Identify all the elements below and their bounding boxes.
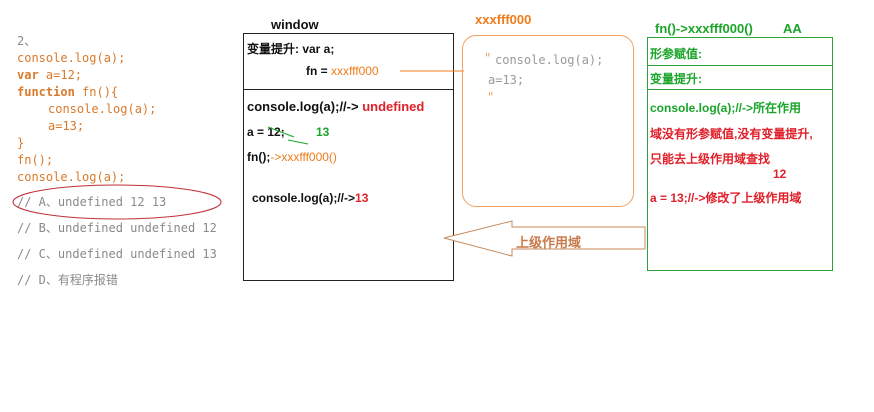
exec-line-3-value: ->xxxfff000() — [270, 150, 337, 164]
window-fn-row: fn = xxxfff000 — [306, 64, 379, 78]
exec-line-1-value: undefined — [362, 99, 425, 114]
exec-line-2-prefix: a = — [247, 125, 268, 139]
scope-explain-2: 域没有形参赋值,没有变量提升, — [650, 127, 813, 141]
exec-line-4-value: 13 — [355, 191, 369, 205]
exec-line-4-prefix: console.log(a);//-> — [252, 191, 356, 205]
exec-line-2-new: 13 — [316, 125, 330, 139]
question-number: 2、 — [17, 34, 37, 48]
heap-quote-close: " — [487, 90, 495, 104]
scope-title-tag: AA — [783, 21, 802, 36]
parent-scope-label: 上级作用域 — [516, 235, 582, 250]
exec-line-3: fn();->xxxfff000() — [247, 150, 337, 164]
scope-separator-1 — [647, 65, 833, 66]
window-separator — [243, 89, 454, 90]
heap-address: xxxfff000 — [475, 12, 532, 27]
option-c: // C、undefined undefined 13 — [17, 247, 217, 261]
scope-explain-value: 12 — [773, 167, 787, 181]
keyword-var: var — [17, 68, 39, 82]
window-title: window — [271, 17, 319, 32]
scope-title: fn()->xxxfff000() — [655, 21, 753, 36]
scope-formal-params: 形参赋值: — [650, 47, 702, 61]
scope-separator-2 — [647, 89, 833, 90]
code-line-7: fn(); — [17, 153, 54, 167]
heap-line-2: a=13; — [488, 73, 525, 87]
code-line-1: console.log(a); — [17, 51, 126, 65]
code-line-4: console.log(a); — [48, 102, 157, 116]
keyword-function: function — [17, 85, 75, 99]
window-fn-value: xxxfff000 — [331, 64, 379, 78]
heap-pointer-line — [400, 70, 464, 72]
option-b: // B、undefined undefined 12 — [17, 221, 217, 235]
window-fn-label: fn = — [306, 64, 332, 78]
exec-line-1-prefix: console.log(a);//-> — [247, 99, 363, 114]
code-line-3-rest: fn(){ — [74, 85, 119, 99]
scope-explain-3: 只能去上级作用域查找 — [650, 152, 771, 166]
heap-line-1: console.log(a); — [495, 53, 604, 67]
scope-explain-1: console.log(a);//->所在作用 — [650, 99, 801, 116]
code-line-3: function fn(){ — [17, 85, 118, 99]
answer-ellipse — [12, 184, 222, 220]
value-change-marks — [267, 126, 309, 145]
option-d: // D、有程序报错 — [17, 273, 118, 287]
scope-explain-4: a = 13;//->修改了上级作用域 — [650, 191, 802, 205]
exec-line-4: console.log(a);//->13 — [252, 191, 368, 205]
code-line-2-rest: a=12; — [38, 68, 83, 82]
window-hoist: 变量提升: var a; — [247, 42, 335, 56]
code-line-5: a=13; — [48, 119, 85, 133]
code-line-2: var a=12; — [17, 68, 82, 82]
scope-hoisting: 变量提升: — [650, 72, 702, 86]
exec-line-1: console.log(a);//-> undefined — [247, 99, 424, 114]
code-line-6: } — [17, 136, 25, 150]
heap-quote-open: " — [484, 51, 492, 65]
scope-explain-1-text: console.log(a);//->所在作用 — [650, 101, 802, 115]
exec-line-3-prefix: fn(); — [247, 150, 271, 164]
